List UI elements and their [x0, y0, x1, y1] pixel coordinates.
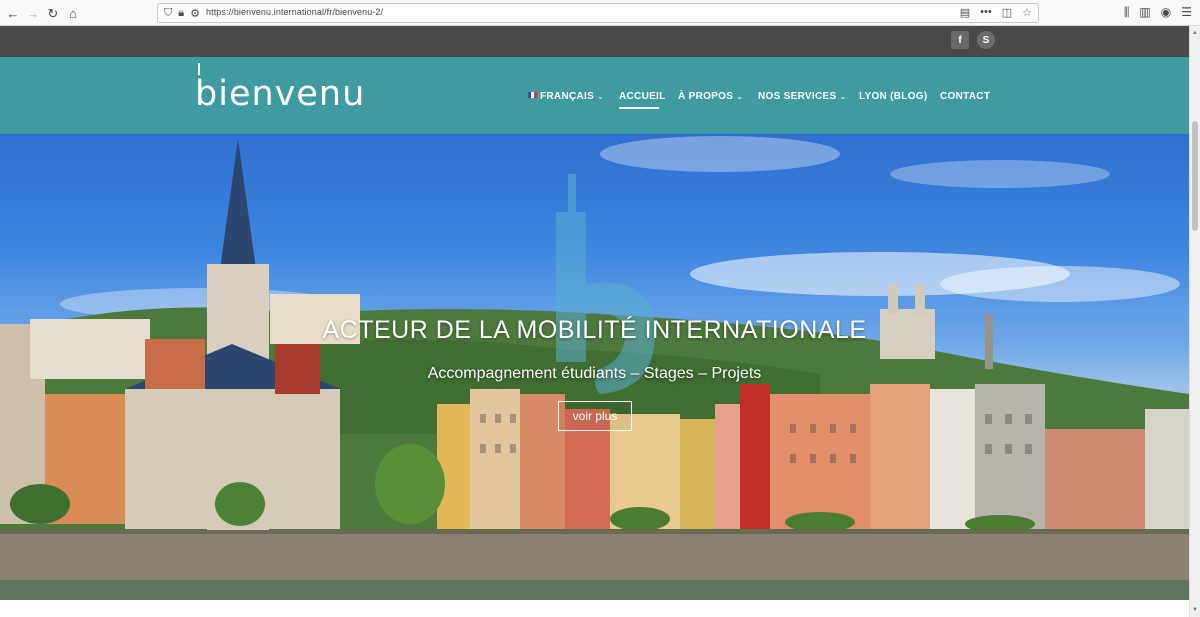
scroll-up-arrow-icon[interactable]: ▲ [1192, 30, 1198, 36]
hero-subtitle: Accompagnement étudiants – Stages – Proj… [427, 365, 762, 382]
site-logo[interactable]: bienvenu [195, 63, 366, 114]
page-scrollbar[interactable]: ▲ ▼ [1189, 26, 1200, 617]
toolbar-right: ⫼ ▥ ◉ ☰ [1124, 5, 1192, 20]
address-bar[interactable]: ⛉ 🔒︎ ⚙ https://bienvenu.international/fr… [157, 3, 1039, 23]
menu-accueil[interactable]: ACCUEIL [619, 91, 666, 102]
menu-nos-services-label: NOS SERVICES [758, 91, 837, 102]
voir-plus-button[interactable]: voir plus [558, 401, 632, 431]
site-header: bienvenu FRANÇAIS ⌄ ACCUEIL À PROPOS ⌄ NOS… [0, 57, 1189, 134]
menu-a-propos[interactable]: À PROPOS ⌄ [678, 91, 743, 102]
facebook-icon[interactable]: f [951, 31, 969, 49]
chevron-down-icon: ⌄ [736, 92, 744, 101]
menu-lyon-blog[interactable]: LYON (BLOG) [859, 91, 928, 102]
logo-text: bienvenu [195, 74, 366, 114]
scroll-down-arrow-icon[interactable]: ▼ [1192, 607, 1198, 613]
chevron-down-icon: ⌄ [839, 92, 847, 101]
chevron-down-icon: ⌄ [597, 92, 605, 101]
lock-icon[interactable]: 🔒︎ [178, 7, 184, 20]
skype-icon[interactable]: S [977, 31, 995, 49]
menu-contact[interactable]: CONTACT [940, 91, 990, 102]
hero-banner: ACTEUR DE LA MOBILITÉ INTERNATIONALE Acc… [0, 134, 1189, 600]
shield-icon[interactable]: ⛉ [164, 7, 172, 20]
menu-a-propos-label: À PROPOS [678, 91, 734, 102]
permissions-icon[interactable]: ⚙ [190, 7, 200, 20]
hamburger-menu-icon[interactable]: ☰ [1181, 5, 1192, 20]
menu-language[interactable]: FRANÇAIS ⌄ [528, 91, 604, 102]
menu-nos-services[interactable]: NOS SERVICES ⌄ [758, 91, 846, 102]
scrollbar-thumb[interactable] [1192, 121, 1198, 231]
logo-tower-mark [198, 63, 200, 75]
site-topbar: f S [0, 26, 1189, 57]
menu-language-label: FRANÇAIS [540, 91, 595, 102]
hero-title: ACTEUR DE LA MOBILITÉ INTERNATIONALE [322, 316, 867, 344]
url-security-icons: ⛉ 🔒︎ ⚙ [164, 7, 200, 20]
library-icon[interactable]: ⫼ [1124, 5, 1130, 20]
french-flag-icon [528, 92, 537, 98]
url-actions: ▤ ••• ◫ ☆ [960, 6, 1032, 19]
back-icon[interactable]: ← [4, 4, 22, 22]
home-icon[interactable]: ⌂ [64, 4, 82, 22]
reload-icon[interactable]: ↻ [44, 4, 62, 22]
url-text[interactable]: https://bienvenu.international/fr/bienve… [206, 7, 383, 17]
page-bottom-strip [0, 600, 1189, 617]
bookmark-star-icon[interactable]: ☆ [1022, 6, 1032, 19]
page-actions-icon[interactable]: ••• [980, 6, 992, 19]
forward-icon[interactable]: → [24, 4, 42, 22]
sidebar-icon[interactable]: ▥ [1139, 5, 1150, 20]
account-icon[interactable]: ◉ [1161, 5, 1171, 20]
browser-toolbar: ← → ↻ ⌂ ⛉ 🔒︎ ⚙ https://bienvenu.internat… [0, 0, 1200, 26]
pocket-icon[interactable]: ◫ [1002, 6, 1012, 19]
active-menu-indicator [619, 107, 659, 109]
reader-view-icon[interactable]: ▤ [960, 6, 970, 19]
